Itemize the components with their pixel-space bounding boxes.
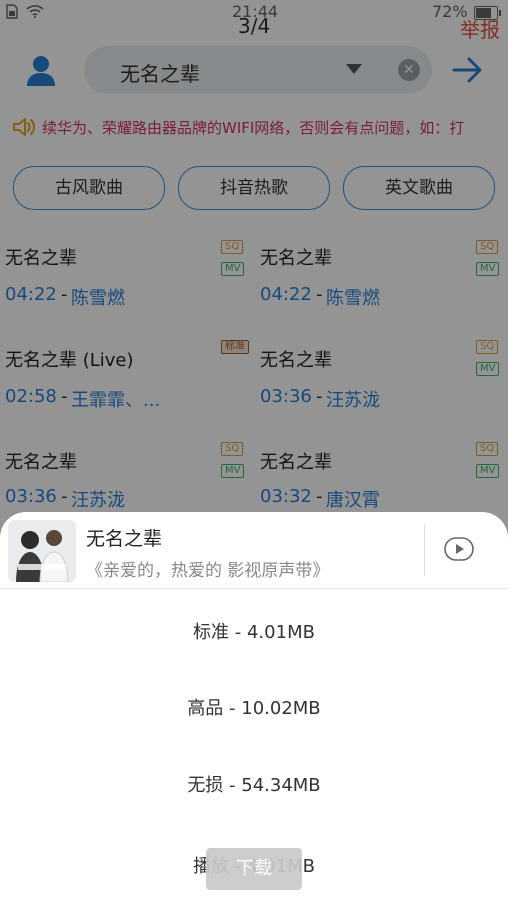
option-high-quality[interactable]: 高品 - 10.02MB (0, 694, 508, 720)
option-lossless[interactable]: 无损 - 54.34MB (0, 771, 508, 797)
play-icon[interactable] (444, 537, 474, 561)
option-standard[interactable]: 标准 - 4.01MB (0, 618, 508, 644)
divider (0, 588, 508, 589)
download-button[interactable]: 下载 (206, 848, 302, 890)
sheet-song-title: 无名之辈 (86, 528, 163, 550)
divider (424, 524, 425, 576)
album-cover (8, 520, 76, 582)
sheet-album-name: 《亲爱的，热爱的 影视原声带》 (86, 561, 330, 581)
